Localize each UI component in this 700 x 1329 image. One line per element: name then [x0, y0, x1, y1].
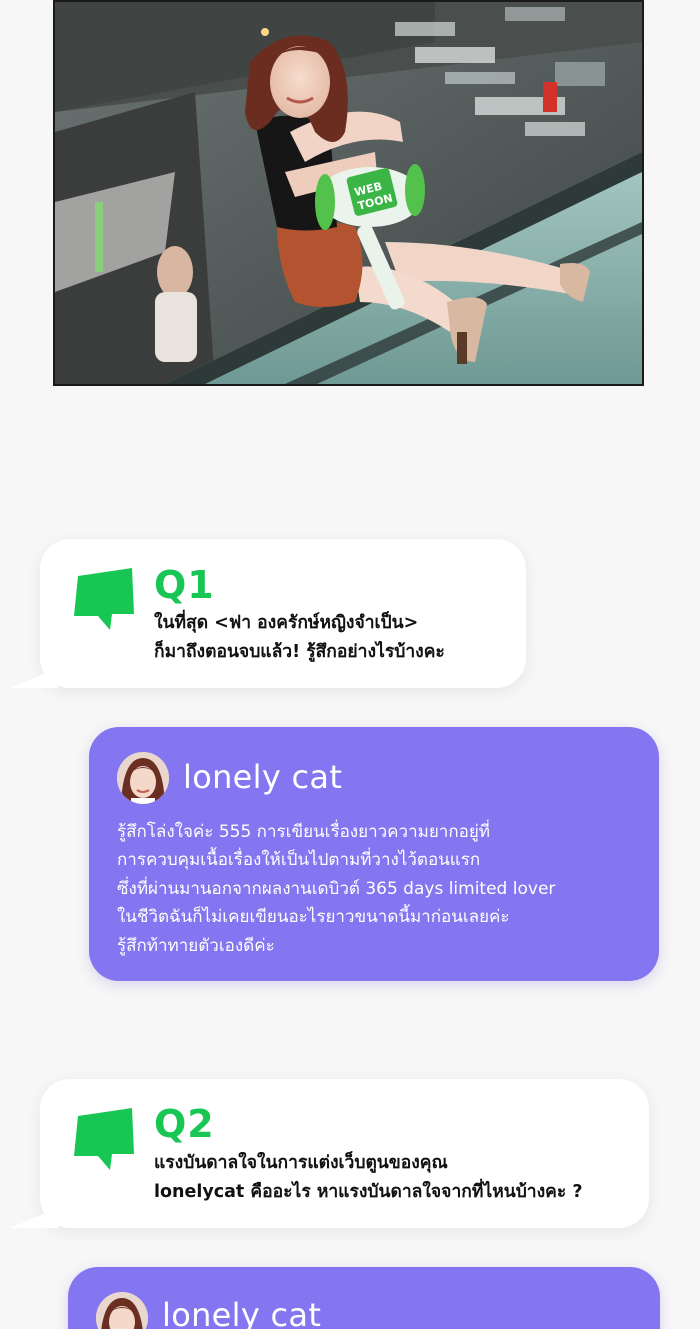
interview-page: WEB TOON Q1 ในที่สุด <ฟา องครักษ์หญิงจำเ…	[0, 0, 700, 1329]
webtoon-logo-icon	[74, 1108, 134, 1170]
question-text-line-1: ในที่สุด <ฟา องครักษ์หญิงจำเป็น>	[154, 613, 419, 633]
answer-bubble-2	[68, 1267, 660, 1329]
answerer-name: lonely cat	[183, 758, 343, 796]
question-text-line-2: lonelycat คืออะไร หาแรงบันดาลใจจากที่ไหน…	[154, 1182, 583, 1202]
question-number: Q1	[154, 563, 215, 607]
answer-text-line-5: รู้สึกท้าทายตัวเองดีค่ะ	[117, 936, 275, 956]
question-bubble-1-tail	[10, 668, 58, 688]
answerer-name: lonely cat	[162, 1296, 322, 1329]
answer-text-line-3: ซึ่งที่ผ่านมานอกจากผลงานเดบิวต์ 365 days…	[117, 879, 556, 899]
avatar	[117, 752, 169, 804]
question-bubble-2-tail	[10, 1208, 58, 1228]
answer-text-line-4: ในชีวิตฉันก็ไม่เคยเขียนอะไรยาวขนาดนี้มาก…	[117, 907, 510, 927]
webtoon-logo-icon	[74, 568, 134, 630]
question-text-line-1: แรงบันดาลใจในการแต่งเว็บตูนของคุณ	[154, 1153, 448, 1173]
photo-illustration: WEB TOON	[55, 2, 642, 384]
question-text-line-2: ก็มาถึงตอนจบแล้ว! รู้สึกอย่างไรบ้างคะ	[154, 642, 445, 662]
answer-text-line-1: รู้สึกโล่งใจค่ะ 555 การเขียนเรื่องยาวควา…	[117, 822, 491, 842]
question-number: Q2	[154, 1102, 215, 1146]
answer-text-line-2: การควบคุมเนื้อเรื่องให้เป็นไปตามที่วางไว…	[117, 850, 481, 870]
avatar-image	[117, 752, 169, 804]
interview-photo: WEB TOON	[53, 0, 644, 386]
